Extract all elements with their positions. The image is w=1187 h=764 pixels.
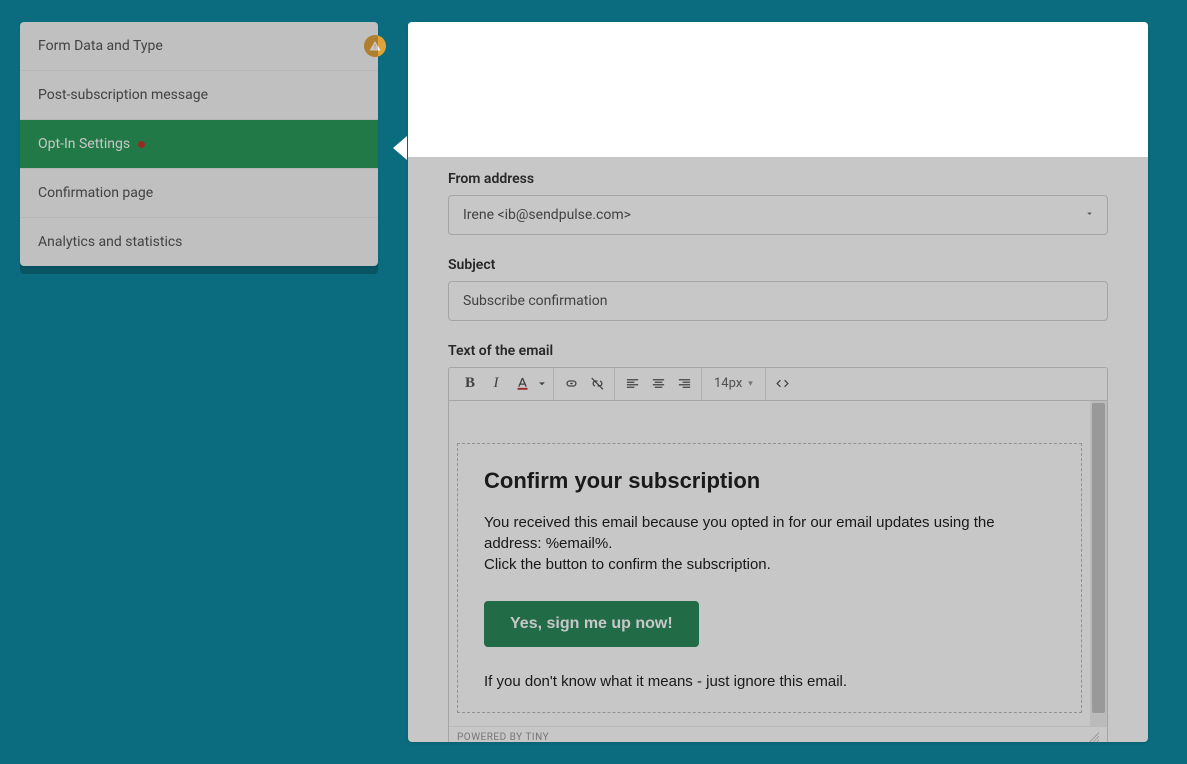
warning-icon (364, 35, 386, 57)
subject-value: Subscribe confirmation (463, 293, 608, 309)
email-body-label: Text of the email (448, 343, 1108, 359)
sidebar-item-label: Opt-In Settings (38, 136, 130, 152)
from-address-value: Irene <ib@sendpulse.com> (463, 207, 631, 223)
double-optin-toggle[interactable] (750, 62, 788, 82)
scroll-thumb[interactable] (1092, 403, 1105, 713)
sidebar-item-label: Confirmation page (38, 185, 153, 201)
from-address-label: From address (448, 171, 1108, 187)
sidebar-item-optin-settings[interactable]: Opt-In Settings (20, 120, 378, 169)
panel-pointer-icon (393, 136, 407, 160)
double-optin-label: Enable double opt-in (448, 64, 586, 82)
source-code-button[interactable] (770, 371, 796, 397)
email-paragraph-3: If you don't know what it means - just i… (484, 671, 1055, 692)
chevron-down-icon (1084, 207, 1095, 223)
resize-grip-icon[interactable] (1087, 732, 1099, 743)
link-button[interactable] (558, 371, 584, 397)
unlink-button[interactable] (584, 371, 610, 397)
required-dot-icon (138, 141, 145, 148)
align-left-button[interactable] (619, 371, 645, 397)
font-size-select[interactable]: 14px ▾ (706, 376, 761, 391)
bold-button[interactable]: B (457, 371, 483, 397)
email-paragraph-2: Click the button to confirm the subscrip… (484, 554, 1055, 575)
email-template-container: Confirm your subscription You received t… (457, 443, 1082, 713)
sidebar-item-label: Form Data and Type (38, 38, 163, 54)
editor-content-area[interactable]: Confirm your subscription You received t… (449, 401, 1090, 726)
editor-toolbar: B I (449, 368, 1107, 401)
rich-text-editor: B I (448, 367, 1108, 743)
sidebar-item-form-data[interactable]: Form Data and Type (20, 22, 378, 71)
confirm-subscription-button[interactable]: Yes, sign me up now! (484, 601, 699, 647)
sidebar-item-post-subscription[interactable]: Post-subscription message (20, 71, 378, 120)
sidebar-item-confirmation-page[interactable]: Confirmation page (20, 169, 378, 218)
subject-label: Subject (448, 257, 1108, 273)
align-right-button[interactable] (671, 371, 697, 397)
from-address-select[interactable]: Irene <ib@sendpulse.com> (448, 195, 1108, 235)
optin-settings-panel: Enable double opt-in NEW After subscribi… (408, 22, 1148, 742)
email-paragraph-1: You received this email because you opte… (484, 512, 1055, 554)
align-center-button[interactable] (645, 371, 671, 397)
italic-button[interactable]: I (483, 371, 509, 397)
sidebar-item-label: Post-subscription message (38, 87, 208, 103)
subject-input[interactable]: Subscribe confirmation (448, 281, 1108, 321)
font-size-value: 14px (714, 376, 742, 391)
text-color-dropdown-icon[interactable] (535, 371, 549, 397)
editor-scrollbar[interactable] (1090, 401, 1107, 726)
settings-sidebar: Form Data and Type Post-subscription mes… (20, 22, 378, 266)
chevron-down-icon: ▾ (748, 379, 753, 389)
editor-powered-by: POWERED BY TINY (457, 732, 549, 742)
sidebar-item-analytics[interactable]: Analytics and statistics (20, 218, 378, 266)
optin-info-text: After subscribing, the user will get an … (448, 100, 1108, 149)
sidebar-item-label: Analytics and statistics (38, 234, 182, 250)
text-color-button[interactable] (509, 371, 535, 397)
email-heading: Confirm your subscription (484, 468, 1055, 494)
new-badge: NEW (593, 62, 617, 75)
